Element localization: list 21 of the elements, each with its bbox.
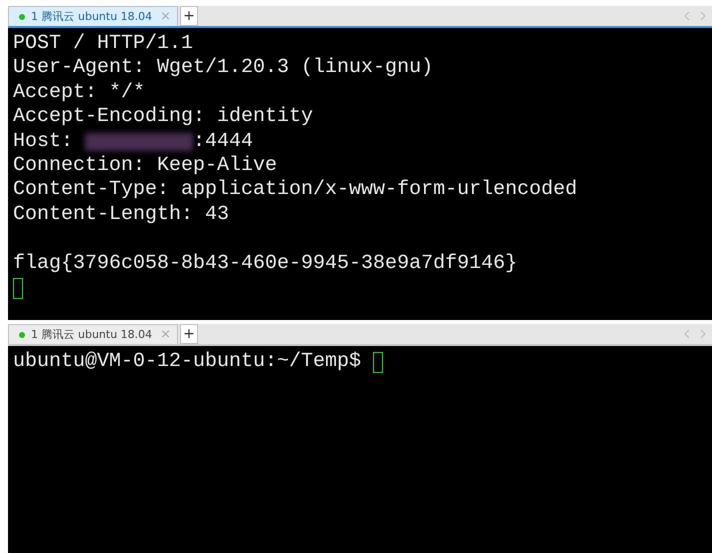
- terminal-line: flag{3796c058-8b43-460e-9945-38e9a7df9146}: [13, 252, 518, 276]
- terminal-text: :4444: [193, 130, 254, 154]
- scroll-arrows-icon[interactable]: [684, 11, 706, 21]
- terminal-text: Host:: [13, 130, 74, 154]
- scroll-arrows-icon[interactable]: [684, 329, 706, 339]
- new-tab-button[interactable]: +: [180, 6, 198, 26]
- text-cursor: [373, 352, 384, 373]
- terminal-line: Accept-Encoding: identity: [13, 105, 314, 130]
- shell-prompt: ubuntu@VM-0-12-ubuntu:~/Temp$: [13, 350, 362, 374]
- terminal-line: Accept: */*: [13, 80, 146, 106]
- text-cursor: [13, 278, 23, 299]
- status-dot-icon: [19, 14, 25, 20]
- status-dot-icon: [19, 332, 25, 338]
- terminal-line: Content-Length: 43: [13, 202, 230, 228]
- terminal-line: Content-Type: application/x-www-form-urlencoded: [13, 178, 578, 203]
- terminal-tab[interactable]: 1 腾讯云 ubuntu 18.04 ×: [8, 6, 178, 26]
- terminal-line: User-Agent: Wget/1.20.3 (linux-gnu): [13, 56, 434, 81]
- terminal-line: Connection: Keep-Alive: [13, 154, 278, 178]
- new-tab-button[interactable]: +: [180, 324, 198, 344]
- terminal-line: POST / HTTP/1.1: [13, 32, 194, 56]
- terminal-tab[interactable]: 1 腾讯云 ubuntu 18.04 ×: [8, 324, 178, 344]
